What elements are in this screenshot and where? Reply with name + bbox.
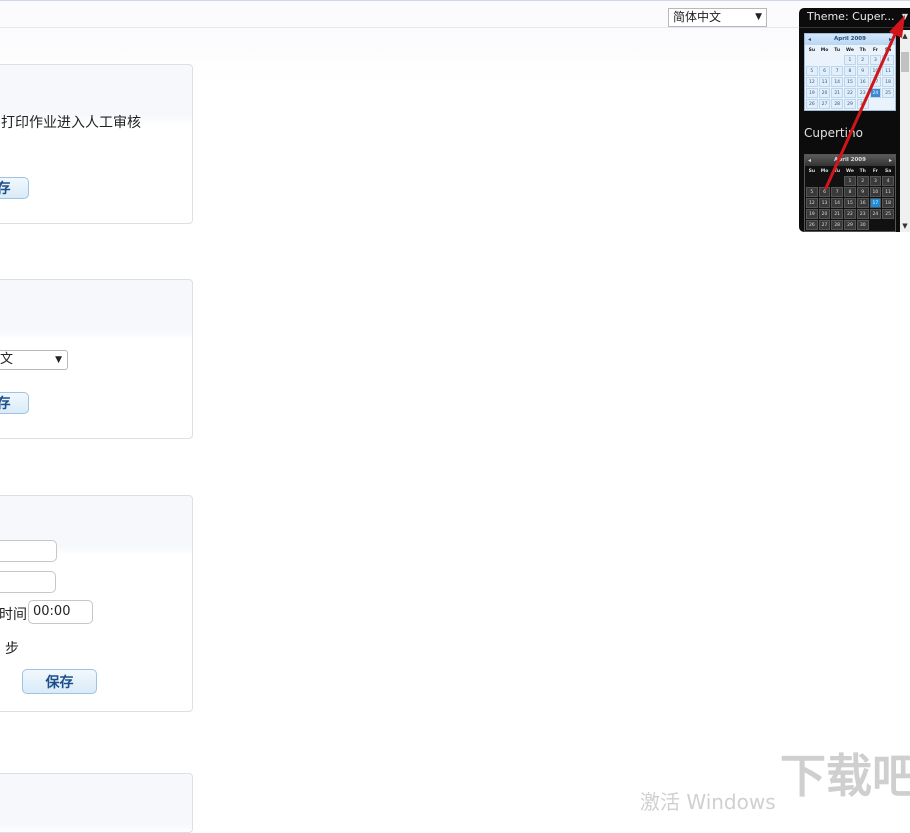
arrow-shaft	[824, 30, 898, 190]
activation-watermark: 激活 Windows	[640, 790, 776, 814]
annotation-arrow	[824, 15, 905, 190]
site-logo: 下载吧	[776, 742, 910, 803]
arrow-head	[889, 15, 905, 38]
logo-text: 下载吧	[780, 749, 910, 800]
